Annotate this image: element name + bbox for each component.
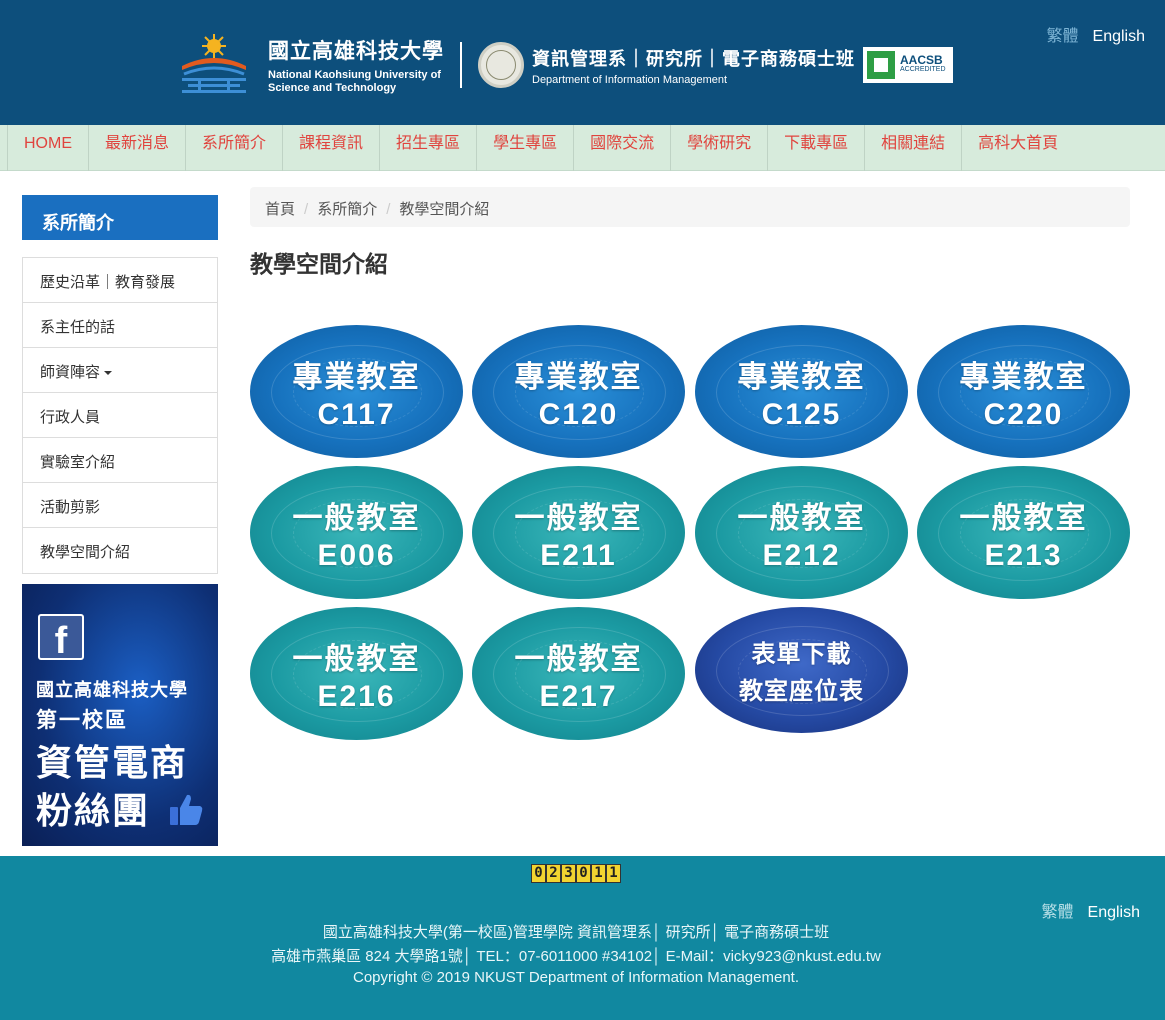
department-name-en: Department of Information Management: [532, 73, 728, 86]
seating-chart-download-button[interactable]: 表單下載 教室座位表: [695, 607, 908, 733]
university-name-cn: 國立高雄科技大學: [268, 40, 444, 63]
banner-line-fanpage: 粉絲團: [36, 790, 151, 831]
language-switch-footer: 繁體 English: [1028, 898, 1141, 922]
breadcrumb-about[interactable]: 系所簡介: [317, 201, 377, 218]
breadcrumb-current: 教學空間介紹: [399, 201, 490, 218]
visitor-counter: 0 2 3 0 1 1: [531, 864, 621, 883]
main-nav: HOME 最新消息 系所簡介 課程資訊 招生專區 學生專區 國際交流 學術研究 …: [0, 125, 1165, 171]
counter-digit: 0: [576, 864, 591, 883]
university-name-en-1: National Kaohsiung University of: [268, 69, 441, 81]
nav-item-nkust-home[interactable]: 高科大首頁: [961, 125, 1074, 171]
classroom-e213-button[interactable]: 一般教室 E213: [917, 466, 1130, 599]
caret-down-icon: [104, 371, 113, 376]
site-header: 國立高雄科技大學 National Kaohsiung University o…: [0, 0, 1165, 125]
facebook-fanpage-banner[interactable]: f 國立高雄科技大學 第一校區 資管電商 粉絲團: [22, 584, 218, 846]
language-switch-top: 繁體 English: [1033, 22, 1146, 46]
classroom-e216-button[interactable]: 一般教室 E216: [250, 607, 463, 740]
breadcrumb-home[interactable]: 首頁: [265, 201, 295, 218]
header-logo[interactable]: 國立高雄科技大學 National Kaohsiung University o…: [178, 30, 953, 100]
footer-address-line-1: 國立高雄科技大學(第一校區)管理學院 資訊管理系│ 研究所│ 電子商務碩士班: [322, 924, 830, 941]
sidebar-item-faculty[interactable]: 師資陣容: [23, 348, 217, 393]
sidebar-item-activities[interactable]: 活動剪影: [23, 483, 217, 528]
nav-item-students[interactable]: 學生專區: [476, 125, 573, 171]
aacsb-icon: [867, 51, 895, 79]
sidebar-item-chair-message[interactable]: 系主任的話: [23, 303, 217, 348]
nav-item-downloads[interactable]: 下載專區: [767, 125, 864, 171]
lang-traditional-link[interactable]: 繁體: [1047, 28, 1079, 45]
classroom-c117-button[interactable]: 專業教室 C117: [250, 325, 463, 458]
footer-copyright: Copyright © 2019 NKUST Department of Inf…: [353, 969, 799, 986]
sidebar-item-staff[interactable]: 行政人員: [23, 393, 217, 438]
sidebar-item-faculty-label: 師資陣容: [40, 364, 101, 381]
facebook-icon: f: [38, 614, 84, 662]
classroom-e217-button[interactable]: 一般教室 E217: [472, 607, 685, 740]
sidebar-heading: 系所簡介: [22, 195, 218, 240]
lang-english-link[interactable]: English: [1093, 28, 1145, 45]
nav-item-news[interactable]: 最新消息: [88, 125, 185, 171]
counter-digit: 2: [546, 864, 561, 883]
classroom-e212-button[interactable]: 一般教室 E212: [695, 466, 908, 599]
counter-digit: 1: [606, 864, 621, 883]
banner-line-university: 國立高雄科技大學: [36, 680, 188, 700]
university-name: 國立高雄科技大學 National Kaohsiung University o…: [268, 35, 444, 95]
classroom-c120-button[interactable]: 專業教室 C120: [472, 325, 685, 458]
banner-line-campus: 第一校區: [36, 709, 128, 732]
department-name-cn: 資訊管理系｜研究所｜電子商務碩士班: [532, 48, 855, 69]
nav-item-research[interactable]: 學術研究: [670, 125, 767, 171]
nav-item-international[interactable]: 國際交流: [573, 125, 670, 171]
classroom-e006-button[interactable]: 一般教室 E006: [250, 466, 463, 599]
counter-digit: 3: [561, 864, 576, 883]
sidebar-item-labs[interactable]: 實驗室介紹: [23, 438, 217, 483]
classroom-c125-button[interactable]: 專業教室 C125: [695, 325, 908, 458]
banner-line-dept: 資管電商: [36, 742, 189, 783]
classroom-e211-button[interactable]: 一般教室 E211: [472, 466, 685, 599]
site-footer: 0 2 3 0 1 1 繁體 English 國立高雄科技大學(第一校區)管理學院…: [0, 856, 1165, 1020]
nkust-emblem-icon: [178, 32, 250, 98]
nav-item-about[interactable]: 系所簡介: [185, 125, 282, 171]
page-title: 教學空間介紹: [250, 251, 388, 277]
header-divider: [460, 42, 462, 88]
university-name-en-2: Science and Technology: [268, 82, 397, 94]
thumbs-up-icon: [170, 794, 203, 825]
aacsb-badge: AACSB ACCREDITED: [863, 47, 953, 83]
department-name: 資訊管理系｜研究所｜電子商務碩士班 Department of Informat…: [532, 45, 855, 86]
breadcrumb: 首頁 / 系所簡介 / 教學空間介紹: [250, 187, 1130, 227]
nav-item-home[interactable]: HOME: [7, 125, 88, 171]
footer-lang-english-link[interactable]: English: [1088, 904, 1140, 921]
footer-lang-traditional-link[interactable]: 繁體: [1042, 904, 1074, 921]
classroom-c220-button[interactable]: 專業教室 C220: [917, 325, 1130, 458]
footer-contact-line: 高雄市燕巢區 824 大學路1號│ TEL：07-6011000 #34102│…: [271, 948, 881, 965]
counter-digit: 0: [531, 864, 546, 883]
nav-item-links[interactable]: 相關連結: [864, 125, 961, 171]
aacsb-label: AACSB: [900, 53, 943, 67]
sidebar-item-history[interactable]: 歷史沿革｜教育發展: [23, 258, 217, 303]
department-seal-icon: [478, 42, 524, 88]
sidebar-menu: 歷史沿革｜教育發展 系主任的話 師資陣容 行政人員 實驗室介紹 活動剪影 教學空…: [22, 257, 218, 574]
sidebar-item-teaching-spaces[interactable]: 教學空間介紹: [23, 528, 217, 573]
aacsb-sublabel: ACCREDITED: [900, 66, 946, 73]
counter-digit: 1: [591, 864, 606, 883]
nav-item-admissions[interactable]: 招生專區: [379, 125, 476, 171]
nav-item-courses[interactable]: 課程資訊: [282, 125, 379, 171]
